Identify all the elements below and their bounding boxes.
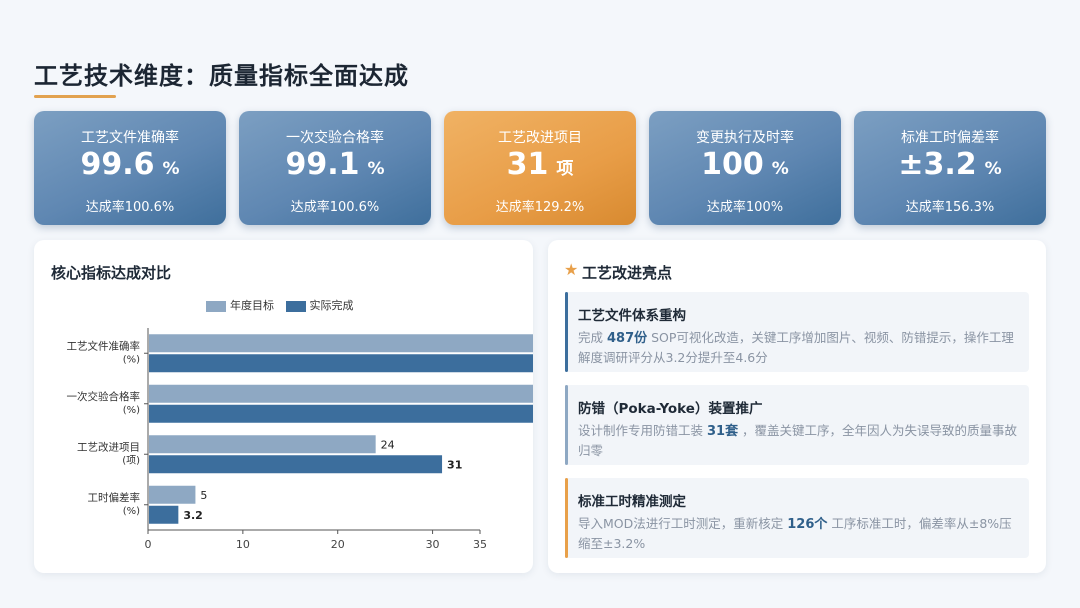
kpi-card-doc-accuracy: 工艺文件准确率 99.6% 达成率100.6% xyxy=(34,111,226,225)
highlight-item: 工艺文件体系重构 完成 487份 SOP可视化改造，关键工序增加图片、视频、防错… xyxy=(565,292,1029,372)
y-tick-label: 工时偏差率 xyxy=(88,491,141,504)
bar-target xyxy=(149,435,376,454)
highlight-title: 工艺文件体系重构 xyxy=(578,308,686,324)
x-tick-label: 30 xyxy=(426,538,440,551)
y-tick-unit: (项) xyxy=(122,454,140,466)
kpi-label: 工艺文件准确率 xyxy=(81,130,179,146)
kpi-card-time-deviation: 标准工时偏差率 ±3.2% 达成率156.3% xyxy=(854,111,1046,225)
y-tick-label: 工艺文件准确率 xyxy=(67,339,141,352)
bar-actual xyxy=(149,404,533,423)
data-label: 24 xyxy=(381,438,395,451)
kpi-label: 标准工时偏差率 xyxy=(901,130,999,146)
y-tick-label: 工艺改进项目 xyxy=(77,440,140,453)
kpi-rate: 达成率100% xyxy=(706,200,784,215)
highlights-title: 工艺改进亮点 xyxy=(582,264,673,282)
highlight-item: 防错（Poka-Yoke）装置推广 设计制作专用防错工装 31套 ，覆盖关键工序… xyxy=(565,385,1029,465)
kpi-rate: 达成率100.6% xyxy=(290,200,380,215)
kpi-rate: 达成率156.3% xyxy=(905,200,995,215)
x-tick-label: 10 xyxy=(236,538,250,551)
x-tick-label: 20 xyxy=(331,538,345,551)
star-icon: ★ xyxy=(564,260,579,279)
bar-actual xyxy=(149,455,443,474)
highlights-panel: ★ 工艺改进亮点 工艺文件体系重构 完成 487份 SOP可视化改造，关键工序增… xyxy=(548,240,1046,573)
kpi-label: 一次交验合格率 xyxy=(286,130,384,146)
chart-panel: 核心指标达成对比 年度目标 实际完成 010203035工艺文件准确率(%)99… xyxy=(34,240,533,573)
bar-target xyxy=(149,384,533,403)
highlight-body: 设计制作专用防错工装 31套 ，覆盖关键工序，全年因人为失误导致的质量事故归零 xyxy=(578,423,1018,458)
kpi-card-change-timeliness: 变更执行及时率 100% 达成率100% xyxy=(649,111,841,225)
kpi-value: 99.1% xyxy=(285,147,385,182)
highlight-accent-bar xyxy=(565,478,568,558)
bar-target xyxy=(149,334,533,353)
highlight-title: 标准工时精准测定 xyxy=(578,494,686,510)
highlight-accent-bar xyxy=(565,292,568,372)
highlight-body: 完成 487份 SOP可视化改造，关键工序增加图片、视频、防错提示，操作工理解度… xyxy=(578,330,1014,365)
kpi-value: ±3.2% xyxy=(898,147,1002,182)
kpi-label: 工艺改进项目 xyxy=(498,130,582,146)
page-title: 工艺技术维度：质量指标全面达成 xyxy=(34,62,409,90)
kpi-label: 变更执行及时率 xyxy=(696,130,794,146)
y-tick-unit: (%) xyxy=(123,506,140,517)
kpi-value: 100% xyxy=(701,147,789,182)
x-tick-label: 35 xyxy=(473,538,487,551)
bar-actual xyxy=(149,505,179,524)
y-tick-label: 一次交验合格率 xyxy=(67,390,141,403)
y-tick-unit: (%) xyxy=(123,405,140,416)
highlight-item: 标准工时精准测定 导入MOD法进行工时测定，重新核定 126个 工序标准工时，偏… xyxy=(565,478,1029,558)
title-underline xyxy=(34,95,116,98)
data-label: 3.2 xyxy=(183,509,203,522)
highlight-title: 防错（Poka-Yoke）装置推广 xyxy=(578,401,763,417)
bar-target xyxy=(149,485,196,504)
data-label: 31 xyxy=(447,458,462,471)
kpi-rate: 达成率129.2% xyxy=(495,200,585,215)
x-tick-label: 0 xyxy=(145,538,152,551)
kpi-card-first-pass: 一次交验合格率 99.1% 达成率100.6% xyxy=(239,111,431,225)
highlight-accent-bar xyxy=(565,385,568,465)
bar-actual xyxy=(149,354,533,373)
data-label: 5 xyxy=(200,489,207,502)
kpi-card-improvement: 工艺改进项目 31 项 达成率129.2% xyxy=(444,111,636,225)
y-tick-unit: (%) xyxy=(123,354,140,365)
bar-chart: 010203035工艺文件准确率(%)9999.6一次交验合格率(%)98.59… xyxy=(67,328,533,551)
kpi-value: 31 项 xyxy=(506,147,574,182)
kpi-value: 99.6% xyxy=(80,147,180,182)
highlight-body: 导入MOD法进行工时测定，重新核定 126个 工序标准工时，偏差率从±8%压缩至… xyxy=(578,516,1012,551)
kpi-rate: 达成率100.6% xyxy=(85,200,175,215)
